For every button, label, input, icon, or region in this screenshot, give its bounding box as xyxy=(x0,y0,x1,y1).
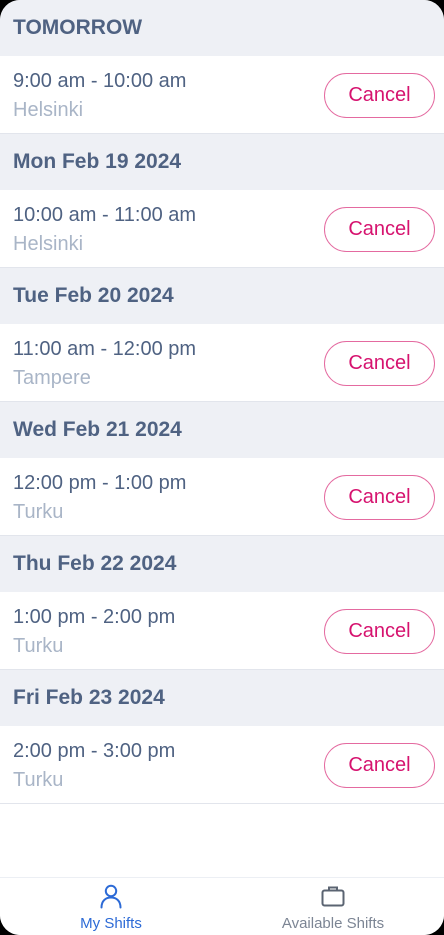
shift-time: 11:00 am - 12:00 pm xyxy=(13,338,197,360)
shift-row: 9:00 am - 10:00 am Helsinki Cancel xyxy=(0,56,444,134)
cancel-button[interactable]: Cancel xyxy=(324,207,435,252)
bottom-navigation: My Shifts Available Shifts xyxy=(0,877,444,935)
shift-time: 2:00 pm - 3:00 pm xyxy=(13,740,176,762)
shift-location: Tampere xyxy=(13,367,91,389)
shift-location: Helsinki xyxy=(13,99,84,121)
date-header: TOMORROW xyxy=(0,0,444,56)
shift-location: Turku xyxy=(13,501,64,523)
nav-label: My Shifts xyxy=(80,915,142,932)
briefcase-icon xyxy=(321,886,345,907)
date-header: Thu Feb 22 2024 xyxy=(0,536,444,592)
cancel-button[interactable]: Cancel xyxy=(324,341,435,386)
shift-row: 11:00 am - 12:00 pm Tampere Cancel xyxy=(0,324,444,402)
shift-time: 10:00 am - 11:00 am xyxy=(13,204,197,226)
shift-time: 9:00 am - 10:00 am xyxy=(13,70,187,92)
app-screen: TOMORROW 9:00 am - 10:00 am Helsinki Can… xyxy=(0,0,444,935)
shift-location: Turku xyxy=(13,635,64,657)
shift-section: Mon Feb 19 2024 10:00 am - 11:00 am Hels… xyxy=(0,134,444,268)
shift-row: 10:00 am - 11:00 am Helsinki Cancel xyxy=(0,190,444,268)
shift-time: 12:00 pm - 1:00 pm xyxy=(13,472,187,494)
shift-row: 1:00 pm - 2:00 pm Turku Cancel xyxy=(0,592,444,670)
date-header: Wed Feb 21 2024 xyxy=(0,402,444,458)
shift-section: Thu Feb 22 2024 1:00 pm - 2:00 pm Turku … xyxy=(0,536,444,670)
shift-location: Helsinki xyxy=(13,233,84,255)
shift-section: Tue Feb 20 2024 11:00 am - 12:00 pm Tamp… xyxy=(0,268,444,402)
shift-row: 12:00 pm - 1:00 pm Turku Cancel xyxy=(0,458,444,536)
shift-time: 1:00 pm - 2:00 pm xyxy=(13,606,176,628)
shift-list: TOMORROW 9:00 am - 10:00 am Helsinki Can… xyxy=(0,0,444,804)
cancel-button[interactable]: Cancel xyxy=(324,73,435,118)
person-icon xyxy=(100,884,122,909)
nav-tab-available-shifts[interactable]: Available Shifts xyxy=(222,878,444,935)
shift-section: TOMORROW 9:00 am - 10:00 am Helsinki Can… xyxy=(0,0,444,134)
date-header: Tue Feb 20 2024 xyxy=(0,268,444,324)
shift-section: Fri Feb 23 2024 2:00 pm - 3:00 pm Turku … xyxy=(0,670,444,804)
cancel-button[interactable]: Cancel xyxy=(324,475,435,520)
shift-section: Wed Feb 21 2024 12:00 pm - 1:00 pm Turku… xyxy=(0,402,444,536)
cancel-button[interactable]: Cancel xyxy=(324,743,435,788)
cancel-button[interactable]: Cancel xyxy=(324,609,435,654)
nav-label: Available Shifts xyxy=(281,915,385,932)
shift-location: Turku xyxy=(13,769,64,791)
shift-row: 2:00 pm - 3:00 pm Turku Cancel xyxy=(0,726,444,804)
nav-tab-my-shifts[interactable]: My Shifts xyxy=(0,878,222,935)
date-header: Fri Feb 23 2024 xyxy=(0,670,444,726)
date-header: Mon Feb 19 2024 xyxy=(0,134,444,190)
